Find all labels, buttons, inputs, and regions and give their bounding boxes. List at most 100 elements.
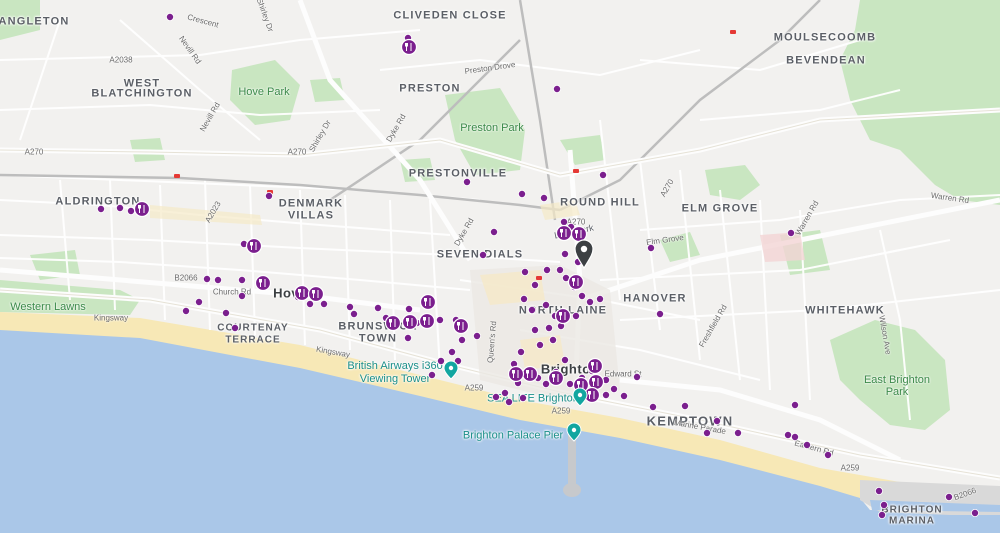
- fork-knife-icon[interactable]: [384, 314, 402, 332]
- camera-icon[interactable]: [572, 387, 588, 407]
- restaurant-dot[interactable]: [543, 265, 552, 274]
- fork-knife-icon[interactable]: [245, 237, 263, 255]
- restaurant-dot[interactable]: [878, 510, 887, 519]
- restaurant-dot[interactable]: [97, 204, 106, 213]
- restaurant-dot[interactable]: [531, 325, 540, 334]
- restaurant-dot[interactable]: [221, 308, 230, 317]
- restaurant-dot[interactable]: [542, 379, 551, 388]
- restaurant-dot[interactable]: [647, 243, 656, 252]
- fork-knife-icon[interactable]: [586, 357, 604, 375]
- restaurant-dot[interactable]: [472, 331, 481, 340]
- map-viewport[interactable]: ANGLETON CLIVEDEN CLOSE MOULSECOOMB BEVE…: [0, 0, 1000, 533]
- restaurant-dot[interactable]: [681, 401, 690, 410]
- restaurant-dot[interactable]: [791, 432, 800, 441]
- restaurant-dot[interactable]: [703, 428, 712, 437]
- restaurant-dot[interactable]: [542, 300, 551, 309]
- restaurant-dot[interactable]: [517, 347, 526, 356]
- restaurant-dot[interactable]: [403, 333, 412, 342]
- restaurant-dot[interactable]: [213, 275, 222, 284]
- restaurant-dot[interactable]: [556, 265, 565, 274]
- restaurant-dot[interactable]: [202, 274, 211, 283]
- restaurant-dot[interactable]: [561, 355, 570, 364]
- restaurant-dot[interactable]: [457, 335, 466, 344]
- restaurant-dot[interactable]: [373, 303, 382, 312]
- restaurant-dot[interactable]: [824, 450, 833, 459]
- restaurant-dot[interactable]: [945, 492, 954, 501]
- restaurant-dot[interactable]: [491, 392, 500, 401]
- restaurant-dot[interactable]: [237, 291, 246, 300]
- fork-knife-icon[interactable]: [418, 312, 436, 330]
- fork-knife-icon[interactable]: [547, 369, 565, 387]
- restaurant-dot[interactable]: [305, 299, 314, 308]
- restaurant-dot[interactable]: [520, 294, 529, 303]
- restaurant-dot[interactable]: [734, 428, 743, 437]
- restaurant-dot[interactable]: [447, 347, 456, 356]
- restaurant-dot[interactable]: [478, 250, 487, 259]
- restaurant-dot[interactable]: [971, 508, 980, 517]
- fork-knife-icon[interactable]: [400, 38, 418, 56]
- restaurant-dot[interactable]: [560, 217, 569, 226]
- restaurant-dot[interactable]: [349, 309, 358, 318]
- restaurant-dot[interactable]: [656, 309, 665, 318]
- restaurant-dot[interactable]: [586, 297, 595, 306]
- camera-icon[interactable]: [566, 422, 582, 442]
- fork-knife-icon[interactable]: [452, 317, 470, 335]
- restaurant-dot[interactable]: [436, 356, 445, 365]
- fork-knife-icon[interactable]: [419, 293, 437, 311]
- restaurant-dot[interactable]: [713, 416, 722, 425]
- camera-icon[interactable]: [443, 360, 459, 380]
- restaurant-dot[interactable]: [549, 335, 558, 344]
- fork-knife-icon[interactable]: [307, 285, 325, 303]
- restaurant-dot[interactable]: [521, 267, 530, 276]
- restaurant-dot[interactable]: [880, 500, 889, 509]
- restaurant-dot[interactable]: [127, 206, 136, 215]
- restaurant-dot[interactable]: [181, 306, 190, 315]
- restaurant-dot[interactable]: [536, 340, 545, 349]
- restaurant-dot[interactable]: [553, 85, 562, 94]
- restaurant-dot[interactable]: [489, 227, 498, 236]
- restaurant-dot[interactable]: [784, 430, 793, 439]
- restaurant-dot[interactable]: [578, 291, 587, 300]
- restaurant-dot[interactable]: [540, 193, 549, 202]
- restaurant-dot[interactable]: [602, 390, 611, 399]
- restaurant-dot[interactable]: [319, 299, 328, 308]
- restaurant-dot[interactable]: [194, 297, 203, 306]
- restaurant-dot[interactable]: [610, 384, 619, 393]
- restaurant-dot[interactable]: [596, 294, 605, 303]
- restaurant-dot[interactable]: [165, 12, 174, 21]
- restaurant-dot[interactable]: [620, 391, 629, 400]
- fork-knife-icon[interactable]: [133, 200, 151, 218]
- restaurant-dot[interactable]: [500, 388, 509, 397]
- restaurant-dot[interactable]: [561, 249, 570, 258]
- restaurant-dot[interactable]: [435, 315, 444, 324]
- restaurant-dot[interactable]: [462, 177, 471, 186]
- fork-knife-icon[interactable]: [254, 274, 272, 292]
- restaurant-dot[interactable]: [116, 203, 125, 212]
- restaurant-dot[interactable]: [504, 397, 513, 406]
- restaurant-dot[interactable]: [649, 402, 658, 411]
- restaurant-dot[interactable]: [264, 191, 273, 200]
- restaurant-dot[interactable]: [519, 393, 528, 402]
- restaurant-dot[interactable]: [528, 305, 537, 314]
- fork-knife-icon[interactable]: [521, 365, 539, 383]
- fork-knife-icon[interactable]: [401, 313, 419, 331]
- fork-knife-icon[interactable]: [293, 284, 311, 302]
- fork-knife-icon[interactable]: [567, 273, 585, 291]
- restaurant-dot[interactable]: [566, 379, 575, 388]
- restaurant-dot[interactable]: [237, 275, 246, 284]
- fork-knife-icon[interactable]: [555, 224, 573, 242]
- restaurant-dot[interactable]: [427, 370, 436, 379]
- restaurant-dot[interactable]: [599, 170, 608, 179]
- restaurant-dot[interactable]: [803, 440, 812, 449]
- restaurant-dot[interactable]: [633, 372, 642, 381]
- restaurant-dot[interactable]: [787, 228, 796, 237]
- restaurant-dot[interactable]: [518, 189, 527, 198]
- fork-knife-icon[interactable]: [507, 365, 525, 383]
- fork-knife-icon[interactable]: [554, 307, 572, 325]
- restaurant-dot[interactable]: [545, 323, 554, 332]
- restaurant-dot[interactable]: [345, 302, 354, 311]
- restaurant-dot[interactable]: [572, 311, 581, 320]
- restaurant-dot[interactable]: [791, 400, 800, 409]
- restaurant-dot[interactable]: [230, 323, 239, 332]
- restaurant-dot[interactable]: [875, 486, 884, 495]
